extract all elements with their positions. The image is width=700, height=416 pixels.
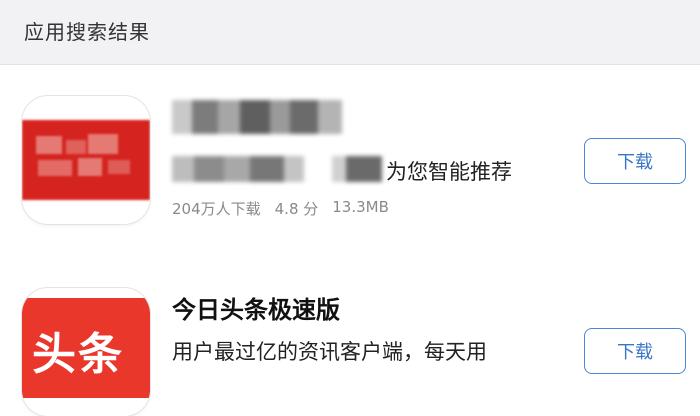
app-description: 用户最过亿的资讯客户端，每天用: [172, 340, 487, 364]
section-title: 应用搜索结果: [24, 20, 150, 44]
app-icon[interactable]: [22, 96, 150, 224]
icon-logo-text: 头条: [32, 329, 124, 380]
description-redacted: [172, 156, 382, 182]
app-description: 为您智能推荐: [172, 152, 592, 186]
section-header: 应用搜索结果: [0, 0, 700, 65]
download-button[interactable]: 下载: [584, 328, 686, 374]
download-button[interactable]: 下载: [584, 138, 686, 184]
app-icon[interactable]: 头条: [22, 288, 150, 416]
app-icon-pixelated: [22, 120, 150, 200]
app-list-item[interactable]: 头条 今日头条极速版 用户最过亿的资讯客户端，每天用 下载: [0, 274, 700, 416]
app-title[interactable]: 今日头条极速版: [172, 290, 340, 325]
app-title-redacted: [172, 100, 342, 134]
app-list-item[interactable]: 为您智能推荐 204万人下载 4.8 分 13.3MB 下载: [0, 64, 700, 274]
rating: 4.8 分: [274, 200, 319, 218]
file-size: 13.3MB: [332, 198, 389, 216]
app-meta: 204万人下载 4.8 分 13.3MB: [172, 198, 389, 219]
description-suffix: 为您智能推荐: [386, 160, 512, 184]
download-count: 204万人下载: [172, 200, 261, 218]
icon-background: 头条: [22, 298, 150, 398]
